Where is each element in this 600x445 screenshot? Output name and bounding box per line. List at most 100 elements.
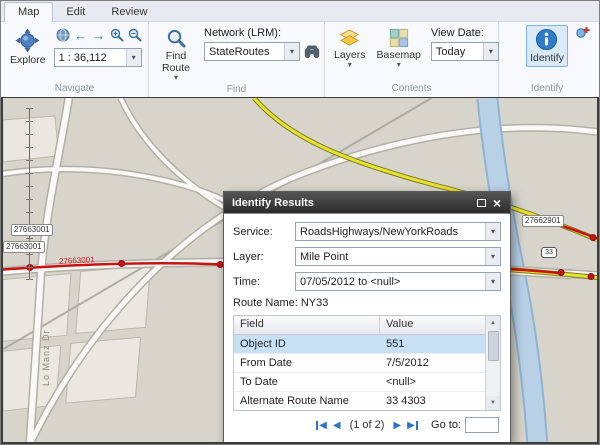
- last-page-icon: [407, 420, 415, 431]
- next-page-button[interactable]: [393, 420, 401, 431]
- map-view[interactable]: 27663001 27663001 27662901 27663001 Lo M…: [1, 97, 599, 444]
- network-lrm-combo[interactable]: StateRoutes: [204, 42, 300, 61]
- arrow-right-icon: [92, 28, 105, 43]
- table-row[interactable]: Object ID 551: [234, 335, 485, 354]
- service-label: Service:: [233, 226, 295, 238]
- chevron-down-icon[interactable]: [126, 49, 141, 66]
- route-badge: 27663001: [11, 224, 53, 236]
- chevron-down-icon: [397, 62, 401, 67]
- cell-value: 33 4303: [380, 395, 432, 407]
- column-header-field[interactable]: Field: [234, 316, 380, 334]
- group-navigate: Explore: [1, 22, 149, 97]
- time-dropdown[interactable]: 07/05/2012 to <null>: [295, 272, 501, 291]
- identify-info-icon: [535, 28, 558, 51]
- table-row[interactable]: To Date <null>: [234, 373, 485, 392]
- identify-label: Identify: [530, 52, 564, 64]
- goto-page-input[interactable]: [465, 417, 499, 433]
- group-label-identify: Identify: [499, 82, 595, 97]
- tab-edit[interactable]: Edit: [53, 3, 98, 21]
- ribbon: Explore: [1, 22, 599, 97]
- ribbon-tab-bar: Map Edit Review: [1, 1, 599, 22]
- application-window: Map Edit Review Explore: [0, 0, 600, 445]
- explore-button[interactable]: Explore: [6, 25, 50, 69]
- map-scale-combo[interactable]: 1 : 36,112: [54, 48, 142, 67]
- view-date-combo[interactable]: Today: [431, 42, 499, 61]
- table-row[interactable]: Alternate Route Name 33 4303: [234, 392, 485, 410]
- cell-field: Object ID: [234, 338, 380, 350]
- chevron-down-icon[interactable]: [485, 223, 500, 240]
- group-find: Find Route Network (LRM): StateRoutes: [149, 22, 325, 97]
- table-header: Field Value: [234, 316, 485, 335]
- zoom-out-button[interactable]: [126, 26, 144, 44]
- page-indicator: (1 of 2): [350, 419, 385, 431]
- layers-icon: [339, 28, 360, 48]
- close-button[interactable]: [489, 196, 505, 210]
- full-extent-button[interactable]: [54, 26, 72, 44]
- scroll-up-icon[interactable]: [486, 316, 500, 330]
- maximize-icon: [477, 199, 486, 207]
- view-date-value: Today: [432, 46, 483, 58]
- previous-page-button[interactable]: [333, 420, 341, 431]
- chevron-down-icon[interactable]: [284, 43, 299, 60]
- arrow-left-icon: [74, 28, 87, 43]
- group-contents: Layers Basemap View Date:: [325, 22, 499, 97]
- panel-title-bar[interactable]: Identify Results: [224, 192, 510, 213]
- column-header-value[interactable]: Value: [380, 316, 419, 334]
- previous-extent-button[interactable]: [72, 26, 90, 44]
- view-date-label: View Date:: [431, 27, 499, 39]
- route-badge: 27662901: [522, 215, 564, 227]
- layers-button[interactable]: Layers: [330, 25, 370, 70]
- next-extent-button[interactable]: [90, 26, 108, 44]
- route-number-label: 27663001: [59, 255, 95, 266]
- layer-dropdown[interactable]: Mile Point: [295, 247, 501, 266]
- first-page-icon: [319, 420, 327, 431]
- pagination-bar: (1 of 2) Go to:: [233, 413, 501, 437]
- basemap-button[interactable]: Basemap: [373, 25, 425, 70]
- panel-title: Identify Results: [232, 197, 314, 209]
- group-label-contents: Contents: [325, 82, 498, 97]
- chevron-down-icon: [174, 75, 178, 80]
- group-identify: Identify Identify: [499, 22, 595, 97]
- table-scrollbar[interactable]: [485, 316, 500, 410]
- identify-add-button[interactable]: [575, 25, 591, 40]
- explore-label: Explore: [10, 54, 46, 66]
- last-page-button[interactable]: [407, 420, 418, 431]
- find-route-button[interactable]: Find Route: [154, 25, 198, 83]
- search-network-button[interactable]: [303, 43, 321, 61]
- identify-results-panel: Identify Results Service: RoadsHighways/…: [223, 191, 511, 443]
- goto-label: Go to:: [431, 419, 461, 431]
- cell-value: <null>: [380, 376, 422, 388]
- basemap-icon: [389, 28, 409, 48]
- tab-review[interactable]: Review: [98, 3, 160, 21]
- chevron-down-icon[interactable]: [485, 273, 500, 290]
- layer-label: Layer:: [233, 251, 295, 263]
- service-dropdown[interactable]: RoadsHighways/NewYorkRoads: [295, 222, 501, 241]
- zoom-slider[interactable]: [23, 108, 36, 280]
- network-lrm-value: StateRoutes: [205, 46, 284, 58]
- scrollbar-thumb[interactable]: [488, 331, 499, 361]
- chevron-down-icon[interactable]: [483, 43, 498, 60]
- tab-map[interactable]: Map: [4, 2, 53, 22]
- binoculars-icon: [304, 45, 320, 59]
- group-label-find: Find: [149, 83, 324, 97]
- cell-field: From Date: [234, 357, 380, 369]
- first-page-button[interactable]: [316, 420, 327, 431]
- route-name-text: Route Name: NY33: [233, 297, 501, 309]
- cell-field: Alternate Route Name: [234, 395, 380, 407]
- cell-value: 7/5/2012: [380, 357, 435, 369]
- globe-icon: [56, 28, 70, 42]
- layer-value: Mile Point: [296, 251, 485, 263]
- explore-globe-icon: [15, 28, 40, 53]
- scroll-down-icon[interactable]: [486, 396, 500, 410]
- service-value: RoadsHighways/NewYorkRoads: [296, 226, 485, 238]
- table-row[interactable]: From Date 7/5/2012: [234, 354, 485, 373]
- cell-value: 551: [380, 338, 410, 350]
- map-scale-value: 1 : 36,112: [55, 52, 126, 64]
- cell-field: To Date: [234, 376, 380, 388]
- zoom-in-button[interactable]: [108, 26, 126, 44]
- chevron-down-icon[interactable]: [485, 248, 500, 265]
- route-badge: 27663001: [3, 241, 45, 253]
- identify-button[interactable]: Identify: [526, 25, 568, 67]
- maximize-button[interactable]: [473, 196, 489, 210]
- chevron-down-icon: [348, 62, 352, 67]
